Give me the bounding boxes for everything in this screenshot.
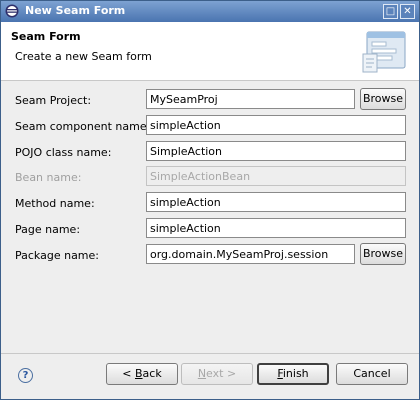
title-bar[interactable]: New Seam Form □ ✕ xyxy=(1,1,419,22)
page-description: Create a new Seam form xyxy=(15,50,152,63)
back-button[interactable]: < Back xyxy=(106,363,178,385)
page-name-input[interactable] xyxy=(146,218,406,238)
bean-name-input xyxy=(146,166,406,186)
form-wizard-icon xyxy=(362,31,406,73)
component-name-label: Seam component name: xyxy=(15,120,151,133)
wizard-header: Seam Form Create a new Seam form xyxy=(1,22,419,81)
package-name-label: Package name: xyxy=(15,249,99,262)
page-name-label: Page name: xyxy=(15,223,81,236)
next-mnemonic: N xyxy=(197,367,207,380)
help-icon[interactable]: ? xyxy=(18,368,33,383)
seam-project-label: Seam Project: xyxy=(15,94,92,107)
next-rest: ext > xyxy=(206,367,237,380)
pojo-class-label: POJO class name: xyxy=(15,146,112,159)
component-name-input[interactable] xyxy=(146,115,406,135)
package-name-input[interactable] xyxy=(146,244,355,264)
cancel-button[interactable]: Cancel xyxy=(336,363,408,385)
eclipse-icon xyxy=(5,4,19,18)
maximize-button[interactable]: □ xyxy=(383,4,398,19)
seam-project-browse-button[interactable]: Browse xyxy=(360,88,406,110)
finish-rest: inish xyxy=(282,367,309,380)
bean-name-label: Bean name: xyxy=(15,171,82,184)
pojo-class-input[interactable] xyxy=(146,141,406,161)
back-rest: ack xyxy=(142,367,162,380)
new-seam-form-dialog: New Seam Form □ ✕ Seam Form Create a new… xyxy=(0,0,420,400)
method-name-input[interactable] xyxy=(146,192,406,212)
footer-separator xyxy=(1,353,419,354)
close-button[interactable]: ✕ xyxy=(400,4,415,19)
back-prefix: < xyxy=(122,367,135,380)
seam-project-input[interactable] xyxy=(146,89,355,109)
package-name-browse-button[interactable]: Browse xyxy=(360,243,406,265)
next-button: Next > xyxy=(181,363,253,385)
finish-button[interactable]: Finish xyxy=(257,363,329,385)
page-title: Seam Form xyxy=(11,30,81,43)
window-title: New Seam Form xyxy=(25,4,126,17)
back-mnemonic: B xyxy=(135,367,143,380)
method-name-label: Method name: xyxy=(15,197,95,210)
